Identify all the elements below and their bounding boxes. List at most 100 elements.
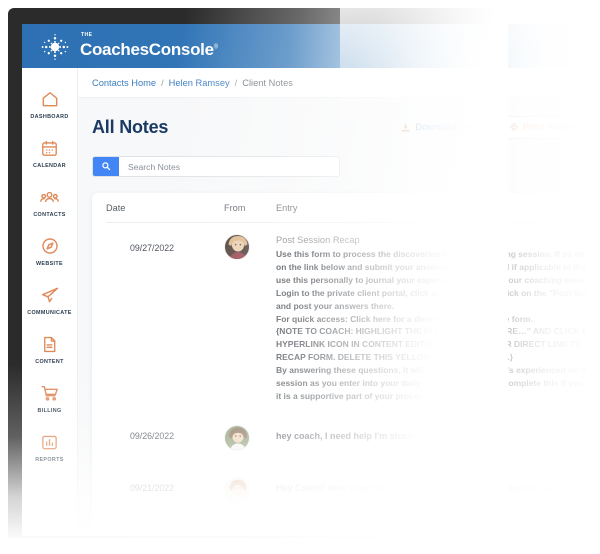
note-author bbox=[224, 234, 276, 260]
screenshot-stage: THE CoachesConsole® DASHBOARD CALENDAR C… bbox=[0, 0, 600, 554]
sidebar-item-reports[interactable]: REPORTS bbox=[22, 423, 77, 472]
content-area: Contacts Home / Helen Ramsey / Client No… bbox=[78, 68, 600, 536]
note-date: 09/26/2022 bbox=[130, 430, 175, 441]
download-notes-label: Download Notes bbox=[415, 122, 483, 132]
note-line: and post your answers there. bbox=[276, 300, 395, 311]
search-row bbox=[92, 156, 586, 177]
avatar bbox=[224, 476, 250, 503]
breadcrumb-item-helen-ramsey[interactable]: Helen Ramsey bbox=[169, 78, 230, 88]
note-line: Use this form to process the discoveries… bbox=[276, 249, 586, 259]
search-input[interactable] bbox=[119, 157, 339, 176]
brand-logo[interactable]: THE CoachesConsole® bbox=[40, 32, 218, 62]
note-line: RECAP FORM. DELETE THIS YELLOW TEXT, THE… bbox=[276, 352, 514, 363]
table-row[interactable]: 09/26/2022 hey coach, I need help I'm st… bbox=[106, 409, 572, 457]
column-header-date: Date bbox=[106, 202, 126, 213]
download-notes-button[interactable]: Download Notes bbox=[400, 122, 483, 133]
note-entry: Emergency Session 6/23 bbox=[276, 525, 572, 536]
page-title: All Notes bbox=[92, 116, 169, 137]
print-notes-button[interactable]: Print Notes bbox=[496, 115, 586, 139]
sidebar-item-content[interactable]: CONTENT bbox=[22, 325, 77, 374]
home-icon bbox=[39, 88, 61, 110]
note-line: it is a supportive part of your process. bbox=[276, 390, 431, 401]
breadcrumb-item-contacts-home[interactable]: Contacts Home bbox=[92, 78, 156, 88]
note-author bbox=[224, 424, 276, 451]
note-body: Emergency Session 6/23 bbox=[276, 530, 382, 536]
note-body: Hey Coach! here's my homework for you to… bbox=[276, 482, 586, 493]
sidebar-label-content: CONTENT bbox=[35, 359, 64, 365]
table-row[interactable]: Emergency Session 6/23 bbox=[106, 509, 572, 536]
note-body: hey coach, I need help I'm stuck. bbox=[276, 430, 416, 441]
document-icon bbox=[39, 333, 61, 355]
note-line: For quick access: Click here for a direc… bbox=[276, 313, 533, 324]
radiating-dots-logo-icon bbox=[40, 32, 70, 62]
avatar bbox=[224, 524, 250, 536]
brand-name: CoachesConsole® bbox=[80, 40, 218, 59]
note-entry: hey coach, I need help I'm stuck. bbox=[276, 425, 572, 441]
app-header-bar: THE CoachesConsole® bbox=[22, 24, 600, 68]
page-header-actions: Download Notes Print Notes bbox=[400, 115, 586, 139]
shopping-cart-icon bbox=[39, 382, 61, 404]
brand-the-label: THE bbox=[81, 32, 93, 38]
note-entry: Post Session Recap Use this form to proc… bbox=[276, 234, 586, 403]
note-date: 09/27/2022 bbox=[130, 243, 175, 253]
note-line: on the link below and submit your answer… bbox=[276, 261, 586, 272]
search-box bbox=[92, 156, 340, 177]
page-header: All Notes Download Notes Print Notes bbox=[92, 112, 586, 142]
note-line: By answering these questions, it will de… bbox=[276, 365, 586, 376]
printer-icon bbox=[509, 122, 519, 132]
note-date bbox=[106, 525, 224, 531]
table-row[interactable]: 09/21/2022 Hey Coach! here's my homework… bbox=[106, 457, 586, 509]
search-icon bbox=[101, 158, 111, 176]
brand-name-part1: Coaches bbox=[80, 40, 149, 59]
search-button[interactable] bbox=[93, 157, 119, 176]
sidebar-label-calendar: CALENDAR bbox=[32, 163, 67, 169]
breadcrumb-separator: / bbox=[161, 77, 164, 88]
sidebar-label-website: WEBSITE bbox=[35, 261, 63, 267]
download-icon bbox=[400, 122, 411, 133]
sidebar-label-dashboard: DASHBOARD bbox=[30, 114, 69, 120]
brand-name-part2: Console bbox=[148, 40, 214, 59]
sidebar-label-contacts: CONTACTS bbox=[33, 212, 66, 218]
table-row[interactable]: 09/27/2022 Post Session Recap Use this f… bbox=[106, 223, 586, 409]
note-line: use this personally to journal your expe… bbox=[276, 274, 586, 285]
breadcrumb: Contacts Home / Helen Ramsey / Client No… bbox=[78, 68, 600, 98]
note-author bbox=[224, 524, 276, 536]
note-line: HYPERLINK ICON IN CONTENT EDITOR TO INSE… bbox=[276, 339, 586, 350]
sidebar-label-communicate: COMMUNICATE bbox=[27, 310, 72, 316]
note-author bbox=[224, 476, 276, 503]
sidebar-item-website[interactable]: WEBSITE bbox=[22, 227, 77, 276]
calendar-icon bbox=[39, 137, 61, 159]
sidebar-label-billing: BILLING bbox=[37, 408, 62, 414]
column-header-from: From bbox=[224, 202, 246, 213]
bar-chart-icon bbox=[39, 431, 61, 453]
print-notes-label: Print Notes bbox=[522, 121, 574, 133]
note-line: session as you enter into your daily lif… bbox=[276, 378, 586, 389]
sidebar-item-communicate[interactable]: COMMUNICATE bbox=[22, 276, 77, 325]
note-date: 09/21/2022 bbox=[130, 482, 175, 493]
breadcrumb-separator: / bbox=[234, 77, 238, 88]
brand-text: THE CoachesConsole® bbox=[80, 32, 218, 59]
app-screen: THE CoachesConsole® DASHBOARD CALENDAR C… bbox=[22, 24, 600, 536]
avatar bbox=[224, 234, 250, 260]
note-title: Post Session Recap bbox=[276, 235, 360, 245]
paper-plane-icon bbox=[39, 284, 61, 306]
brand-registered-mark: ® bbox=[213, 44, 218, 51]
breadcrumb-item-client-notes: Client Notes bbox=[242, 77, 293, 88]
sidebar-item-contacts[interactable]: CONTACTS bbox=[22, 178, 77, 227]
compass-icon bbox=[39, 235, 61, 257]
main-sidebar: DASHBOARD CALENDAR CONTACTS WEBSITE COMM… bbox=[22, 68, 78, 536]
note-body: Use this form to process the discoveries… bbox=[276, 248, 586, 403]
sidebar-label-reports: REPORTS bbox=[35, 457, 64, 463]
note-line: {NOTE TO COACH: HIGHLIGHT THE PHRASE “CL… bbox=[276, 326, 586, 337]
notes-pane: All Notes Download Notes Print Notes Sea… bbox=[78, 98, 600, 536]
note-entry: Hey Coach! here's my homework for you to… bbox=[276, 477, 586, 493]
sidebar-item-billing[interactable]: BILLING bbox=[22, 374, 77, 423]
sidebar-item-calendar[interactable]: CALENDAR bbox=[22, 129, 77, 178]
column-header-entry: Entry bbox=[276, 202, 298, 213]
avatar bbox=[224, 424, 250, 451]
notes-table-card: Date From Entry 09/27/2022 Post Session … bbox=[92, 193, 586, 536]
note-line: Login to the private client portal, clic… bbox=[276, 287, 586, 298]
people-icon bbox=[39, 186, 61, 208]
sidebar-item-dashboard[interactable]: DASHBOARD bbox=[22, 80, 77, 129]
table-header-row: Date From Entry bbox=[106, 193, 572, 223]
